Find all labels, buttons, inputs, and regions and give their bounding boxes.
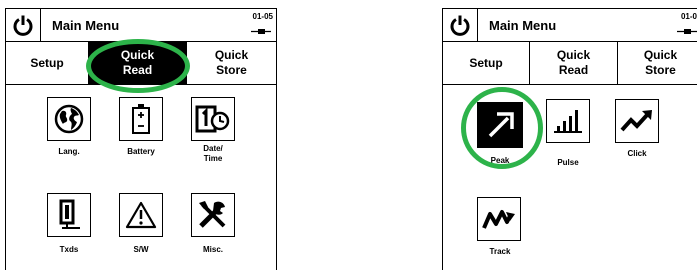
tile-date-time[interactable] (191, 97, 235, 141)
highlight-circle (461, 87, 543, 169)
tile-label: Click (627, 149, 647, 158)
header-bar: Main Menu 01-0 (443, 9, 697, 42)
tab-label-line2: Store (216, 63, 247, 77)
tab-label: Setup (30, 55, 64, 70)
pulse-bars-icon (554, 110, 582, 133)
header-code: 01-05 (252, 12, 273, 21)
tile-label: Txds (59, 245, 79, 254)
tab-setup[interactable]: Setup (443, 42, 529, 84)
highlight-circle (86, 39, 190, 93)
tile-label: Lang. (58, 147, 80, 156)
connector-icon (251, 29, 271, 34)
click-trend-icon (620, 110, 652, 132)
tile-label-line1: Date/ (203, 144, 223, 153)
tile-click[interactable] (615, 99, 659, 143)
tab-label-line1: Quick (643, 48, 678, 62)
tab-bar: Setup Quick Read Quick Store (443, 42, 697, 85)
header-title: Main Menu (489, 18, 557, 33)
tile-track[interactable] (477, 197, 521, 241)
warning-icon (125, 201, 157, 229)
power-button[interactable] (443, 9, 478, 41)
transducer-icon (59, 199, 80, 229)
globe-icon (54, 104, 84, 134)
tile-label: Misc. (202, 245, 223, 254)
power-button[interactable] (6, 9, 41, 41)
battery-icon (132, 104, 150, 134)
header-title: Main Menu (52, 18, 120, 33)
connector-icon (677, 29, 697, 34)
tile-label: S/W (133, 245, 149, 254)
header-code: 01-0 (680, 12, 697, 21)
power-icon (450, 15, 470, 36)
tile-transducers[interactable] (47, 193, 91, 237)
track-wave-icon (482, 210, 515, 229)
tile-label: Track (489, 247, 511, 256)
header-bar: Main Menu 01-05 (6, 9, 276, 42)
tile-label: Pulse (557, 158, 579, 167)
tile-language[interactable] (47, 97, 91, 141)
tools-icon (199, 201, 226, 228)
main-menu-screen-quick-read-submenu: Main Menu 01-0 Setup Quick Read Quick St… (442, 8, 697, 270)
tab-setup[interactable]: Setup (6, 42, 88, 84)
tile-label-line2: Time (203, 154, 223, 163)
tab-quick-store[interactable]: Quick Store (617, 42, 697, 84)
tab-label-line2: Read (558, 63, 589, 77)
tab-label-line1: Quick (214, 48, 249, 62)
tile-pulse[interactable] (546, 99, 590, 143)
tab-label: Setup (469, 55, 503, 70)
tile-label: Battery (127, 147, 155, 156)
date-time-icon (195, 105, 230, 133)
main-menu-screen-quick-read: Main Menu 01-05 Setup Quick Read Quick S… (5, 8, 277, 270)
tab-label-line1: Quick (556, 48, 591, 62)
tile-miscellaneous[interactable] (191, 193, 235, 237)
tab-label-line2: Store (645, 63, 676, 77)
tile-software[interactable] (119, 193, 163, 237)
tab-quick-store[interactable]: Quick Store (186, 42, 276, 84)
power-icon (13, 15, 33, 36)
tab-quick-read[interactable]: Quick Read (529, 42, 617, 84)
tile-battery[interactable] (119, 97, 163, 141)
